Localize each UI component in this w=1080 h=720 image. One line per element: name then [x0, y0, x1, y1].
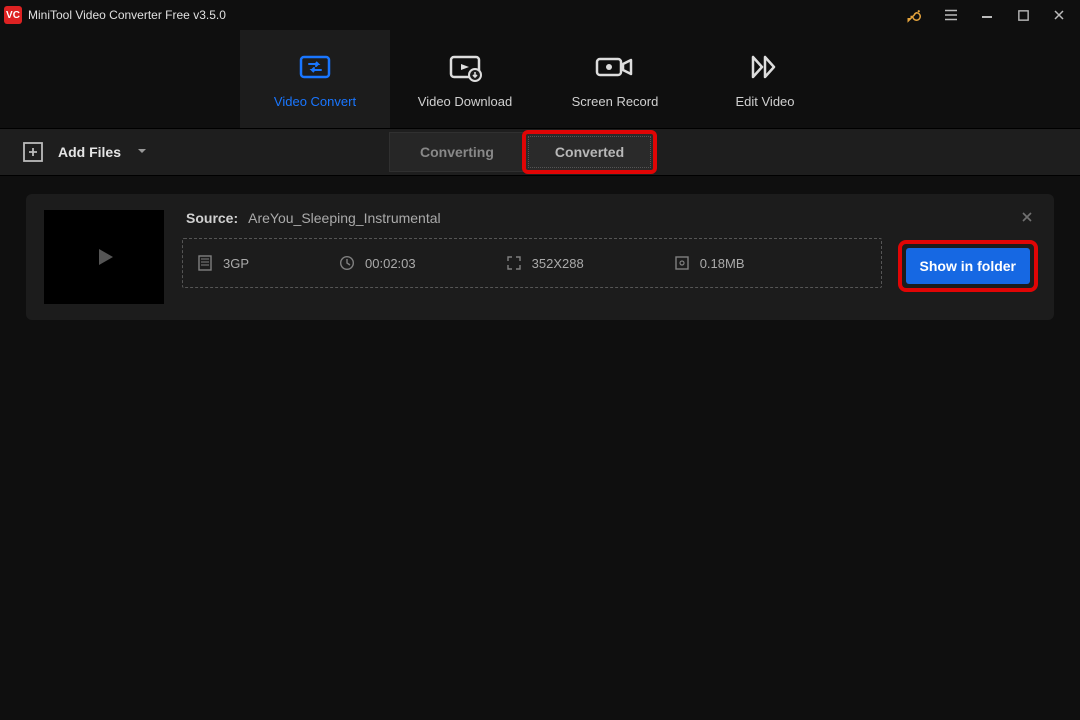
convert-icon [295, 50, 335, 84]
toolbar: Add Files Converting Converted [0, 128, 1080, 176]
resolution-icon [506, 255, 522, 271]
tab-video-download[interactable]: Video Download [390, 30, 540, 128]
size-value: 0.18MB [700, 256, 745, 271]
show-in-folder-button[interactable]: Show in folder [906, 248, 1030, 284]
tab-converting[interactable]: Converting [389, 132, 525, 172]
file-icon [197, 255, 213, 271]
add-files-button[interactable]: Add Files [14, 137, 159, 167]
record-icon [593, 50, 637, 84]
video-thumbnail[interactable] [44, 210, 164, 304]
tab-label: Converting [420, 144, 494, 160]
sub-tab-bar: Converting Converted [389, 132, 655, 172]
file-info-box: 3GP 00:02:03 352X288 0.18MB [182, 238, 882, 288]
format-value: 3GP [223, 256, 249, 271]
remove-item-button[interactable] [1020, 210, 1036, 226]
tab-label: Screen Record [572, 94, 659, 109]
minimize-button[interactable] [978, 6, 996, 24]
key-icon[interactable] [906, 6, 924, 24]
info-duration: 00:02:03 [339, 255, 416, 271]
converted-item-card: Source: AreYou_Sleeping_Instrumental 3GP… [26, 194, 1054, 320]
info-format: 3GP [197, 255, 249, 271]
main-tab-bar: Video Convert Video Download Screen Reco… [0, 30, 1080, 128]
tab-label: Edit Video [735, 94, 794, 109]
tab-screen-record[interactable]: Screen Record [540, 30, 690, 128]
clock-icon [339, 255, 355, 271]
disk-icon [674, 255, 690, 271]
title-bar: VC MiniTool Video Converter Free v3.5.0 [0, 0, 1080, 30]
app-title: MiniTool Video Converter Free v3.5.0 [28, 8, 226, 22]
download-icon [445, 50, 485, 84]
info-resolution: 352X288 [506, 255, 584, 271]
add-file-icon [22, 141, 44, 163]
tab-label: Converted [555, 144, 624, 160]
resolution-value: 352X288 [532, 256, 584, 271]
menu-icon[interactable] [942, 6, 960, 24]
tab-video-convert[interactable]: Video Convert [240, 30, 390, 128]
maximize-button[interactable] [1014, 6, 1032, 24]
tab-edit-video[interactable]: Edit Video [690, 30, 840, 128]
duration-value: 00:02:03 [365, 256, 416, 271]
content-area: Source: AreYou_Sleeping_Instrumental 3GP… [0, 176, 1080, 338]
info-size: 0.18MB [674, 255, 745, 271]
source-row: Source: AreYou_Sleeping_Instrumental [182, 210, 882, 226]
close-icon [1020, 210, 1034, 224]
play-icon [90, 243, 118, 271]
add-files-label: Add Files [58, 144, 121, 160]
source-filename: AreYou_Sleeping_Instrumental [248, 210, 441, 226]
edit-icon [747, 50, 783, 84]
tab-label: Video Download [418, 94, 512, 109]
app-logo-icon: VC [4, 6, 22, 24]
tab-label: Video Convert [274, 94, 356, 109]
close-window-button[interactable] [1050, 6, 1068, 24]
tab-converted[interactable]: Converted [524, 132, 655, 172]
source-label: Source: [186, 210, 238, 226]
show-in-folder-highlight: Show in folder [900, 242, 1036, 290]
chevron-down-icon [135, 144, 151, 160]
